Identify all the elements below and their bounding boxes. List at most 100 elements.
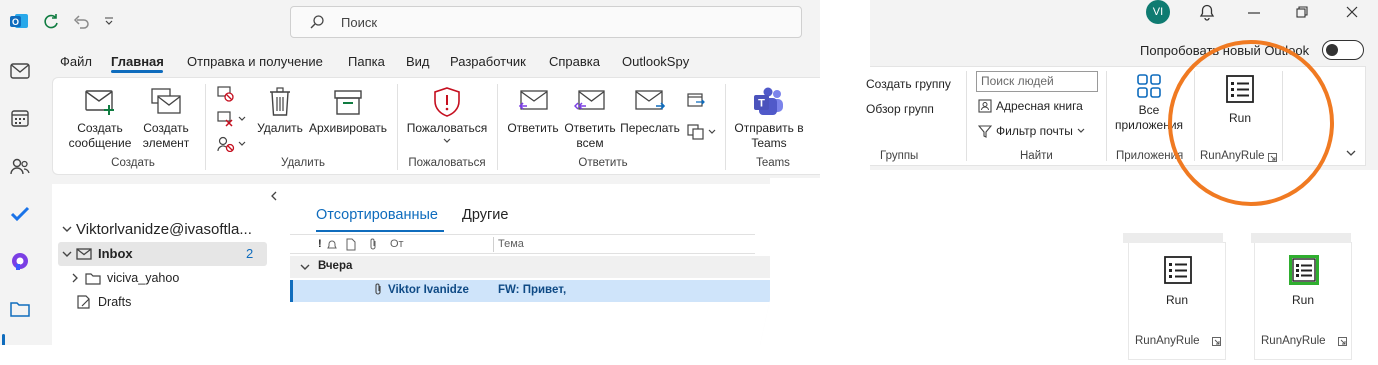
search-input[interactable]: Поиск [290, 6, 802, 38]
importance-column[interactable]: ! [318, 238, 322, 250]
forward-button[interactable]: Переслать [619, 86, 681, 136]
cleanup-icon [217, 111, 233, 127]
menu-tab-help[interactable]: Справка [549, 54, 600, 69]
apps-grid-icon [1137, 74, 1161, 98]
delete-button[interactable]: Удалить [253, 86, 307, 136]
run-button[interactable]: Run [1255, 293, 1351, 307]
todo-icon[interactable] [8, 202, 32, 226]
highlight-annotation [1168, 40, 1334, 206]
folder-inbox[interactable]: Inbox 2 [58, 242, 267, 266]
ribbon-separator [397, 84, 398, 170]
attachment-column-icon [370, 238, 376, 250]
more-respond-button[interactable] [687, 124, 716, 140]
teams-icon: T [753, 86, 785, 118]
menu-tab-view[interactable]: Вид [406, 54, 430, 69]
ignore-button[interactable] [217, 86, 235, 102]
folder-drafts[interactable]: Drafts [76, 295, 131, 309]
undo-icon[interactable] [70, 10, 92, 32]
minimize-icon[interactable] [1248, 12, 1260, 14]
tab-focused[interactable]: Отсортированные [316, 207, 438, 223]
folder-label: viciva_yahoo [107, 271, 180, 285]
reply-button[interactable]: Ответить [505, 86, 561, 136]
menu-tab-developer[interactable]: Разработчик [450, 54, 526, 69]
menu-tab-home[interactable]: Главная [111, 54, 164, 69]
customize-qat-icon[interactable] [98, 10, 120, 32]
report-button[interactable]: Пожаловаться [405, 86, 489, 144]
new-message-button[interactable]: Создать сообщение [65, 86, 135, 151]
rule-list-icon [1163, 255, 1193, 285]
collapse-pane-icon[interactable] [270, 191, 278, 201]
menu-tab-folder[interactable]: Папка [348, 54, 385, 69]
new-item-button[interactable]: Создать элемент [135, 86, 197, 151]
new-outlook-toggle[interactable] [1322, 40, 1364, 60]
address-book-label: Адресная книга [996, 99, 1083, 113]
chevron-down-icon[interactable] [62, 226, 72, 233]
group-runanyrule-label: RunAnyRule [1261, 335, 1326, 347]
address-book-button[interactable]: Адресная книга [978, 99, 1083, 113]
archive-label: Архивировать [308, 121, 388, 135]
reply-all-label: Ответить всем [564, 121, 616, 150]
browse-groups-button[interactable]: Обзор групп [866, 102, 934, 116]
ribbon-separator [497, 84, 498, 170]
junk-button[interactable] [217, 136, 246, 152]
more-respond-icon [687, 124, 704, 140]
avatar[interactable]: VI [1146, 0, 1170, 24]
forward-label: Переслать [620, 121, 680, 135]
ribbon: Создать сообщение Создать элемент Создат… [52, 77, 820, 175]
people-icon[interactable] [8, 154, 32, 178]
restore-icon[interactable] [1296, 6, 1308, 18]
reply-all-button[interactable]: Ответить всем [561, 86, 619, 151]
forward-icon [634, 86, 666, 118]
menu-tab-file[interactable]: Файл [60, 54, 92, 69]
run-button[interactable]: Run [1129, 293, 1225, 307]
cleanup-button[interactable] [217, 111, 246, 127]
message-row[interactable]: Viktor Ivanidze FW: Привет, [290, 280, 770, 302]
ignore-icon [217, 86, 234, 102]
create-group-button[interactable]: Создать группу [866, 77, 951, 91]
new-mail-icon [84, 86, 116, 118]
meeting-button[interactable] [687, 92, 705, 108]
menu-tab-send-receive[interactable]: Отправка и получение [187, 54, 323, 69]
loop-icon[interactable] [8, 249, 32, 273]
from-column[interactable]: От [390, 238, 404, 250]
chevron-down-icon [62, 251, 72, 257]
attachment-icon [375, 283, 381, 295]
chevron-down-icon [708, 129, 716, 134]
inbox-label: Inbox [98, 246, 133, 261]
archive-button[interactable]: Архивировать [307, 86, 389, 136]
reply-icon [517, 86, 549, 118]
group-delete-label: Удалить [281, 157, 325, 169]
bell-icon[interactable] [1198, 3, 1216, 21]
reply-all-icon [574, 86, 606, 118]
subject-column[interactable]: Тема [498, 238, 524, 250]
group-label: Вчера [318, 260, 353, 272]
search-placeholder: Поиск [341, 15, 378, 30]
column-header: ! От Тема [290, 234, 755, 254]
filter-mail-button[interactable]: Фильтр почты [978, 124, 1085, 138]
dialog-launcher-icon [1212, 337, 1221, 346]
filter-mail-label: Фильтр почты [996, 124, 1073, 138]
filter-icon [978, 125, 992, 138]
sync-icon[interactable] [40, 10, 62, 32]
runanyrule-card: Run RunAnyRule [1251, 233, 1352, 360]
send-to-teams-button[interactable]: T Отправить в Teams [733, 86, 805, 151]
folder-viciva-yahoo[interactable]: viciva_yahoo [72, 271, 179, 285]
new-items-icon [150, 86, 182, 118]
folders-icon[interactable] [8, 297, 32, 321]
calendar-icon[interactable] [8, 106, 32, 130]
runanyrule-card: Run RunAnyRule [1123, 233, 1226, 360]
tab-other[interactable]: Другие [462, 207, 508, 223]
navigation-rail [0, 44, 40, 345]
message-subject: FW: Привет, [498, 284, 567, 296]
folder-icon [85, 272, 101, 285]
account-name[interactable]: Viktorlvanidze@ivasoftla... [76, 221, 252, 238]
close-icon[interactable] [1346, 6, 1358, 18]
inbox-unread-count: 2 [246, 246, 254, 261]
title-bar: O Поиск [0, 0, 820, 44]
ribbon-separator [725, 84, 726, 170]
search-people-input[interactable]: Поиск людей [976, 71, 1098, 92]
group-header-yesterday[interactable]: Вчера [290, 256, 770, 278]
group-teams-label: Teams [756, 157, 790, 169]
mail-icon[interactable] [8, 59, 32, 83]
menu-tab-outlookspy[interactable]: OutlookSpy [622, 54, 689, 69]
